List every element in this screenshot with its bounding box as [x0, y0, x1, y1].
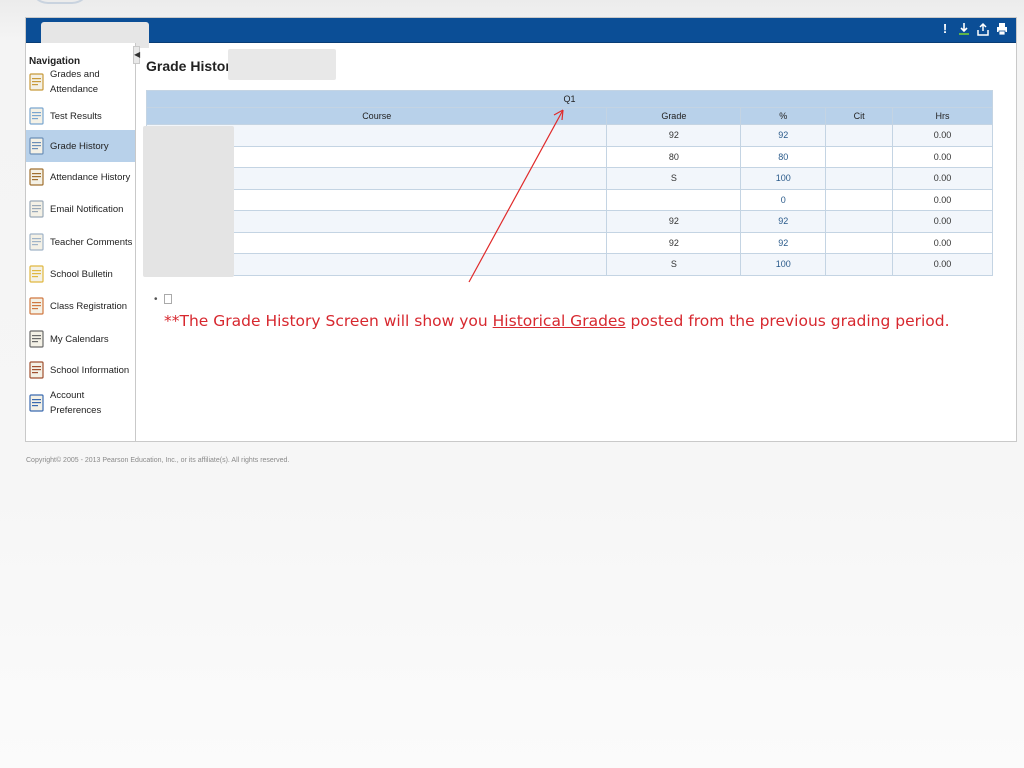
annotation-suffix: posted from the previous grading period. [625, 312, 950, 330]
annotation-arrow [468, 109, 564, 283]
annotation-prefix: **The Grade History Screen will show you [164, 312, 493, 330]
historical-grades-link[interactable]: Historical Grades [493, 312, 626, 330]
copyright: Copyright© 2005 - 2013 Pearson Education… [26, 457, 290, 464]
annotation-note: **The Grade History Screen will show you… [164, 312, 950, 330]
